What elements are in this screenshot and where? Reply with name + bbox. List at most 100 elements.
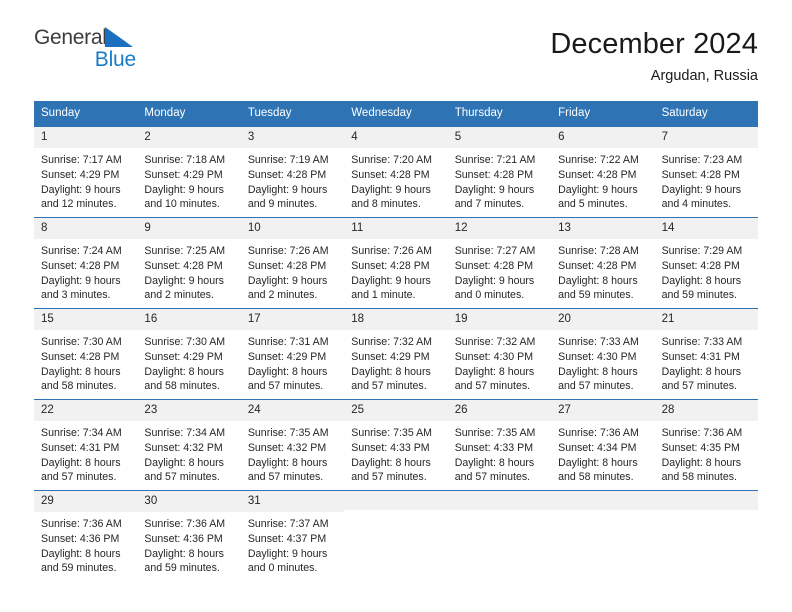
sunrise-text: Sunrise: 7:30 AM [41,336,122,349]
day-number: 18 [344,309,448,331]
daylight-text: Daylight: 8 hours and 57 minutes. [41,456,121,484]
sunset-text: Sunset: 4:37 PM [247,532,327,545]
sunrise-text: Sunrise: 7:34 AM [144,427,226,440]
day-sun-info: Sunrise: 7:29 AM Sunset: 4:28 PM Daylight:… [655,239,758,302]
sunrise-text: Sunrise: 7:20 AM [351,154,432,167]
calendar-day-cell[interactable]: 31 Sunrise: 7:37 AM Sunset: 4:37 PM Dayligh… [240,491,345,582]
day-number: 21 [654,309,758,331]
calendar-day-cell[interactable]: 28 Sunrise: 7:36 AM Sunset: 4:35 PM Dayligh… [654,400,758,491]
calendar-day-cell-empty [654,491,758,582]
daylight-text: Daylight: 8 hours and 59 minutes. [661,274,742,302]
calendar-day-cell[interactable]: 11 Sunrise: 7:26 AM Sunset: 4:28 PM Dayligh… [344,218,448,309]
day-number: 14 [654,218,758,240]
calendar-day-cell[interactable]: 29 Sunrise: 7:36 AM Sunset: 4:36 PM Dayligh… [34,491,138,582]
calendar-day-cell[interactable]: 30 Sunrise: 7:36 AM Sunset: 4:36 PM Dayligh… [137,491,241,582]
daylight-text: Daylight: 8 hours and 59 minutes. [41,547,121,575]
sunset-text: Sunset: 4:29 PM [41,168,120,181]
calendar-day-cell[interactable]: 7 Sunrise: 7:23 AM Sunset: 4:28 PM Daylight… [654,127,758,218]
sunset-text: Sunset: 4:31 PM [661,350,740,363]
daylight-text: Daylight: 9 hours and 4 minutes. [661,183,742,211]
daylight-text: Daylight: 9 hours and 12 minutes. [41,183,121,211]
day-sun-info: Sunrise: 7:28 AM Sunset: 4:28 PM Daylight:… [551,239,654,302]
calendar-day-cell[interactable]: 15 Sunrise: 7:30 AM Sunset: 4:28 PM Dayligh… [34,309,138,400]
daylight-text: Daylight: 8 hours and 58 minutes. [661,456,742,484]
sunset-text: Sunset: 4:28 PM [661,259,740,272]
sunset-text: Sunset: 4:34 PM [558,441,637,454]
day-sun-info: Sunrise: 7:34 AM Sunset: 4:32 PM Daylight:… [137,421,240,484]
calendar-day-cell[interactable]: 21 Sunrise: 7:33 AM Sunset: 4:31 PM Dayligh… [654,309,758,400]
calendar-day-cell[interactable]: 17 Sunrise: 7:31 AM Sunset: 4:29 PM Dayligh… [240,309,345,400]
calendar-day-cell[interactable]: 26 Sunrise: 7:35 AM Sunset: 4:33 PM Dayligh… [447,400,552,491]
daylight-text: Daylight: 8 hours and 58 minutes. [41,365,121,393]
day-sun-info: Sunrise: 7:30 AM Sunset: 4:28 PM Daylight:… [34,330,137,393]
calendar-day-cell[interactable]: 2 Sunrise: 7:18 AM Sunset: 4:29 PM Daylight… [137,127,241,218]
day-sun-info: Sunrise: 7:27 AM Sunset: 4:28 PM Daylight:… [448,239,551,302]
calendar-weeks: 1 Sunrise: 7:17 AM Sunset: 4:29 PM Daylight… [34,127,758,582]
day-sun-info: Sunrise: 7:25 AM Sunset: 4:28 PM Daylight:… [137,239,240,302]
calendar-day-cell[interactable]: 18 Sunrise: 7:32 AM Sunset: 4:29 PM Dayligh… [344,309,448,400]
day-sun-info: Sunrise: 7:30 AM Sunset: 4:29 PM Daylight:… [137,330,240,393]
calendar-week-row: 29 Sunrise: 7:36 AM Sunset: 4:36 PM Dayligh… [34,490,758,582]
day-sun-info: Sunrise: 7:37 AM Sunset: 4:37 PM Daylight:… [241,512,344,575]
calendar-day-cell[interactable]: 25 Sunrise: 7:35 AM Sunset: 4:33 PM Dayligh… [344,400,448,491]
calendar-week-row: 15 Sunrise: 7:30 AM Sunset: 4:28 PM Dayligh… [34,308,758,400]
calendar-day-cell[interactable]: 19 Sunrise: 7:32 AM Sunset: 4:30 PM Dayligh… [447,309,552,400]
weekday-header-thursday: Thursday [454,107,503,120]
day-sun-info: Sunrise: 7:20 AM Sunset: 4:28 PM Daylight:… [344,148,447,211]
day-number: 10 [240,218,345,240]
day-sun-info: Sunrise: 7:26 AM Sunset: 4:28 PM Daylight:… [241,239,344,302]
calendar-day-cell[interactable]: 23 Sunrise: 7:34 AM Sunset: 4:32 PM Dayligh… [137,400,241,491]
weekday-header-friday: Friday [558,107,591,120]
daylight-text: Daylight: 9 hours and 7 minutes. [454,183,535,211]
calendar-day-cell[interactable]: 4 Sunrise: 7:20 AM Sunset: 4:28 PM Daylight… [344,127,448,218]
sunset-text: Sunset: 4:29 PM [351,350,430,363]
day-sun-info: Sunrise: 7:32 AM Sunset: 4:30 PM Daylight:… [448,330,551,393]
calendar-day-cell[interactable]: 27 Sunrise: 7:36 AM Sunset: 4:34 PM Dayligh… [551,400,655,491]
daylight-text: Daylight: 9 hours and 3 minutes. [41,274,121,302]
daylight-text: Daylight: 8 hours and 57 minutes. [454,365,535,393]
day-number: 22 [34,400,138,422]
sunset-text: Sunset: 4:33 PM [351,441,430,454]
calendar-day-cell[interactable]: 24 Sunrise: 7:35 AM Sunset: 4:32 PM Dayligh… [240,400,345,491]
day-sun-info: Sunrise: 7:26 AM Sunset: 4:28 PM Daylight:… [344,239,447,302]
sunset-text: Sunset: 4:29 PM [144,350,223,363]
calendar-day-cell[interactable]: 13 Sunrise: 7:28 AM Sunset: 4:28 PM Dayligh… [551,218,655,309]
sunset-text: Sunset: 4:31 PM [41,441,120,454]
calendar-week-row: 1 Sunrise: 7:17 AM Sunset: 4:29 PM Daylight… [34,127,758,218]
page-header: General Blue December 2024 Argudan, Russ… [0,0,792,85]
calendar-day-cell[interactable]: 5 Sunrise: 7:21 AM Sunset: 4:28 PM Daylight… [447,127,552,218]
calendar-day-cell[interactable]: 16 Sunrise: 7:30 AM Sunset: 4:29 PM Dayligh… [137,309,241,400]
day-number: 3 [240,127,345,149]
day-number: 26 [447,400,552,422]
calendar-day-cell[interactable]: 20 Sunrise: 7:33 AM Sunset: 4:30 PM Dayligh… [551,309,655,400]
calendar-day-cell[interactable]: 22 Sunrise: 7:34 AM Sunset: 4:31 PM Dayligh… [34,400,138,491]
day-number [447,491,552,511]
calendar-day-cell[interactable]: 8 Sunrise: 7:24 AM Sunset: 4:28 PM Daylight… [34,218,138,309]
calendar-day-cell[interactable]: 14 Sunrise: 7:29 AM Sunset: 4:28 PM Dayligh… [654,218,758,309]
calendar-day-cell[interactable]: 3 Sunrise: 7:19 AM Sunset: 4:28 PM Daylight… [240,127,345,218]
day-number: 24 [240,400,345,422]
daylight-text: Daylight: 9 hours and 2 minutes. [144,274,224,302]
calendar-day-cell[interactable]: 6 Sunrise: 7:22 AM Sunset: 4:28 PM Daylight… [551,127,655,218]
calendar-day-cell[interactable]: 1 Sunrise: 7:17 AM Sunset: 4:29 PM Daylight… [34,127,138,218]
day-number: 5 [447,127,552,149]
day-number: 13 [551,218,655,240]
calendar-day-cell[interactable]: 10 Sunrise: 7:26 AM Sunset: 4:28 PM Dayligh… [240,218,345,309]
weekday-header-wednesday: Wednesday [351,107,412,120]
sunrise-text: Sunrise: 7:33 AM [558,336,639,349]
sunrise-text: Sunrise: 7:25 AM [144,245,226,258]
day-sun-info: Sunrise: 7:31 AM Sunset: 4:29 PM Daylight:… [241,330,344,393]
calendar-day-cell[interactable]: 12 Sunrise: 7:27 AM Sunset: 4:28 PM Dayligh… [447,218,552,309]
sunrise-text: Sunrise: 7:36 AM [661,427,743,440]
sunrise-text: Sunrise: 7:34 AM [41,427,122,440]
sunset-text: Sunset: 4:36 PM [41,532,120,545]
calendar-day-cell[interactable]: 9 Sunrise: 7:25 AM Sunset: 4:28 PM Daylight… [137,218,241,309]
day-number: 19 [447,309,552,331]
day-number [344,491,448,511]
sunrise-text: Sunrise: 7:30 AM [144,336,226,349]
sunset-text: Sunset: 4:28 PM [454,168,534,181]
day-number: 11 [344,218,448,240]
general-blue-logo[interactable]: General Blue [34,27,138,70]
sunrise-text: Sunrise: 7:29 AM [661,245,743,258]
calendar-day-cell-empty [344,491,448,582]
